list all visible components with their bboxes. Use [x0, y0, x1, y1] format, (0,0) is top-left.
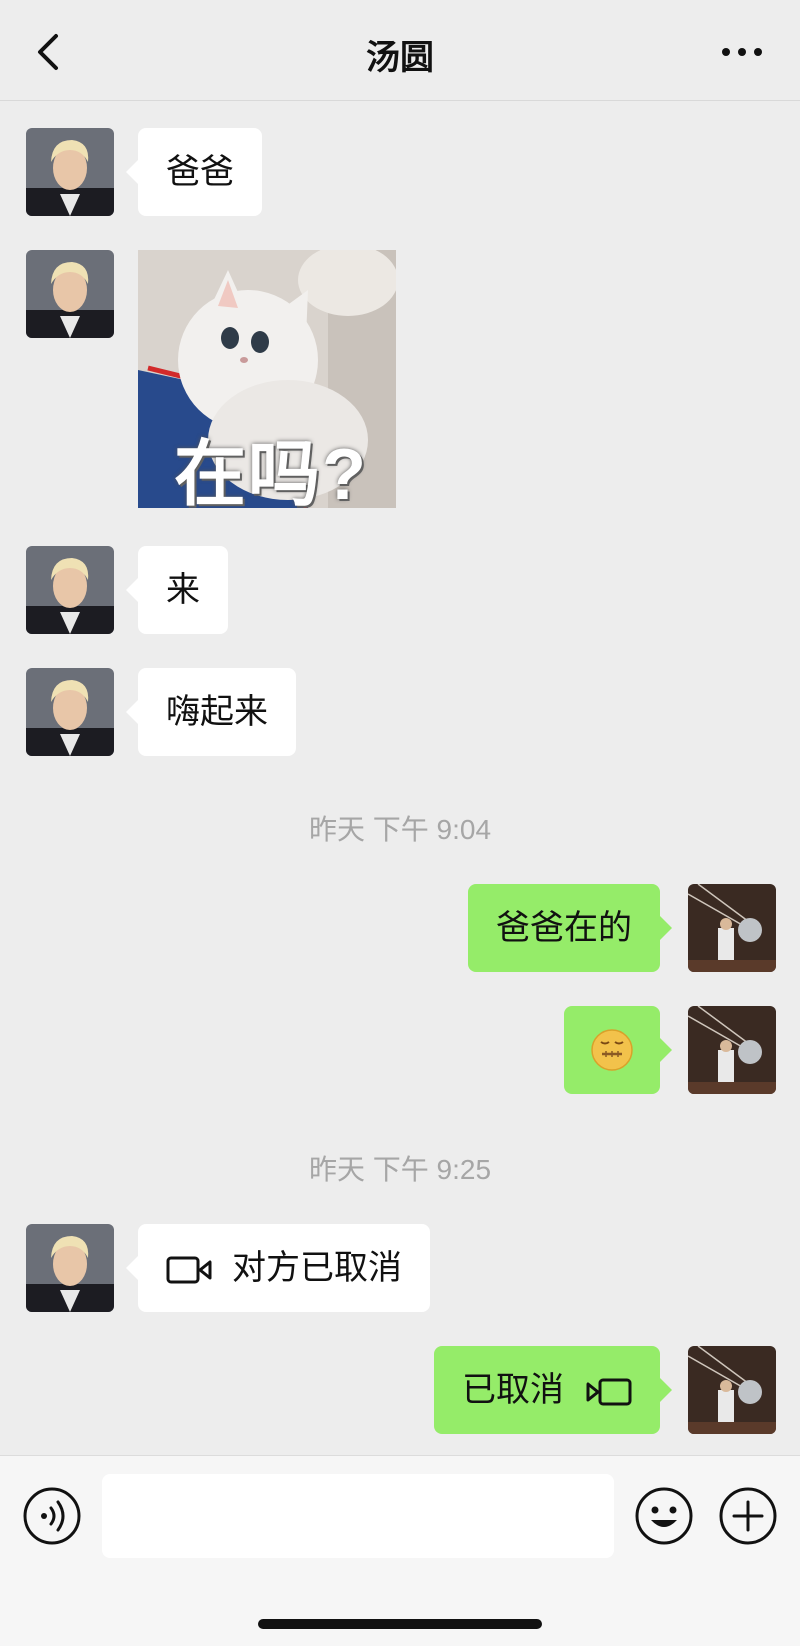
- outgoing-video-call-message[interactable]: 已取消: [434, 1346, 672, 1434]
- chat-title: 汤圆: [366, 39, 434, 77]
- chat-header: 汤圆: [0, 0, 800, 101]
- zipper-mouth-face-icon: [591, 1029, 633, 1071]
- smiley-icon: [635, 1487, 693, 1545]
- voice-button[interactable]: [22, 1486, 82, 1546]
- more-actions-button[interactable]: [718, 1486, 778, 1546]
- friend-avatar[interactable]: [26, 128, 114, 216]
- my-avatar[interactable]: [688, 1006, 776, 1094]
- timestamp: 昨天 下午 9:04: [308, 814, 492, 845]
- incoming-message[interactable]: 来: [126, 546, 228, 634]
- message-text: 爸爸: [166, 153, 234, 191]
- home-indicator[interactable]: [258, 1619, 542, 1629]
- input-bar: [0, 1455, 800, 1646]
- my-avatar[interactable]: [688, 1346, 776, 1434]
- incoming-video-call-message[interactable]: 对方已取消: [126, 1224, 430, 1312]
- message-input[interactable]: [102, 1474, 614, 1558]
- friend-avatar[interactable]: [26, 250, 114, 338]
- incoming-message[interactable]: 爸爸: [126, 128, 262, 216]
- voice-icon: [23, 1487, 81, 1545]
- outgoing-message[interactable]: 爸爸在的: [468, 884, 672, 972]
- friend-avatar[interactable]: [26, 668, 114, 756]
- sticker-caption: 在吗?: [174, 435, 368, 508]
- my-avatar[interactable]: [688, 884, 776, 972]
- emoji-button[interactable]: [634, 1486, 694, 1546]
- message-text: 来: [166, 571, 200, 609]
- more-button[interactable]: [720, 40, 764, 64]
- message-text: 嗨起来: [166, 693, 268, 731]
- friend-avatar[interactable]: [26, 546, 114, 634]
- video-camera-icon: [166, 1256, 212, 1284]
- message-text: 对方已取消: [232, 1249, 402, 1287]
- plus-icon: [719, 1487, 777, 1545]
- more-horizontal-icon: [722, 48, 762, 56]
- incoming-message[interactable]: 嗨起来: [126, 668, 296, 756]
- cat-sticker[interactable]: 在吗?: [138, 250, 396, 508]
- timestamp: 昨天 下午 9:25: [308, 1154, 492, 1185]
- message-text: 爸爸在的: [496, 909, 632, 947]
- friend-avatar[interactable]: [26, 1224, 114, 1312]
- outgoing-emoji-message[interactable]: [564, 1006, 672, 1094]
- video-camera-icon: [586, 1378, 632, 1406]
- message-text: 已取消: [462, 1371, 564, 1409]
